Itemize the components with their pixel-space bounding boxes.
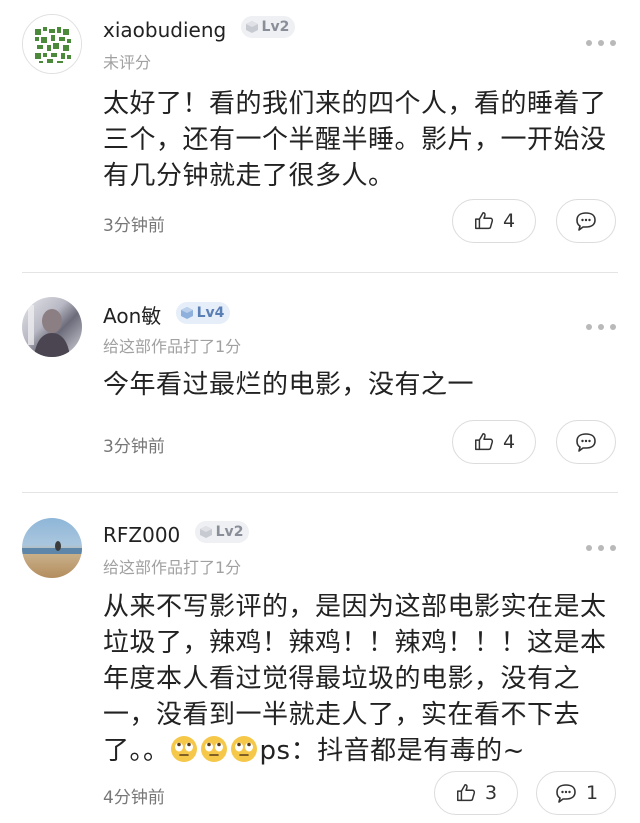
comment-time: 3分钟前 — [103, 437, 165, 457]
cube-icon — [180, 307, 193, 319]
like-button[interactable]: 4 — [452, 420, 536, 464]
reply-button[interactable] — [556, 420, 616, 464]
level-badge: Lv4 — [175, 302, 231, 324]
like-count: 4 — [502, 431, 516, 453]
qr-avatar-icon — [23, 15, 81, 73]
avatar[interactable] — [22, 297, 82, 357]
person-photo-icon — [28, 305, 70, 357]
level-badge: Lv2 — [194, 521, 250, 543]
beach-photo-icon — [22, 541, 82, 554]
thumbs-up-icon — [456, 784, 476, 802]
like-button[interactable]: 3 — [434, 771, 518, 815]
more-options-button[interactable] — [586, 544, 616, 552]
like-count: 3 — [484, 782, 498, 804]
eye-roll-emoji-icon — [230, 736, 257, 762]
reply-count: 1 — [585, 782, 599, 804]
level-text: Lv2 — [261, 19, 290, 35]
avatar[interactable] — [22, 518, 82, 578]
cube-icon — [199, 526, 212, 538]
username[interactable]: RFZ000 Lv2 — [103, 521, 250, 547]
reply-button[interactable]: 1 — [536, 771, 616, 815]
comment-bubble-icon — [556, 784, 576, 803]
cube-icon — [245, 21, 258, 33]
thumbs-up-icon — [474, 433, 494, 451]
comment-body: 从来不写影评的，是因为这部电影实在是太垃圾了，辣鸡！辣鸡！！辣鸡！！！这是本年度… — [103, 589, 619, 769]
more-options-button[interactable] — [586, 323, 616, 331]
username-text[interactable]: RFZ000 — [103, 523, 180, 547]
rating-text: 给这部作品打了1分 — [103, 337, 242, 356]
comment-time: 3分钟前 — [103, 216, 165, 236]
level-text: Lv2 — [215, 524, 244, 540]
divider — [22, 272, 618, 273]
rating-text: 给这部作品打了1分 — [103, 558, 242, 577]
username-text[interactable]: Aon敏 — [103, 304, 161, 328]
thumbs-up-icon — [474, 212, 494, 230]
username-text[interactable]: xiaobudieng — [103, 18, 226, 42]
reply-button[interactable] — [556, 199, 616, 243]
rating-text: 未评分 — [103, 53, 152, 72]
divider — [22, 492, 618, 493]
comment-body-tail: ps：抖音都是有毒的~ — [259, 736, 525, 766]
like-button[interactable]: 4 — [452, 199, 536, 243]
level-text: Lv4 — [196, 305, 225, 321]
comment-body: 今年看过最烂的电影，没有之一 — [103, 370, 475, 400]
level-badge: Lv2 — [240, 16, 296, 38]
avatar[interactable] — [22, 14, 82, 74]
username[interactable]: Aon敏 Lv4 — [103, 300, 231, 329]
comment-bubble-icon — [576, 212, 596, 231]
eye-roll-emoji-icon — [170, 736, 197, 762]
more-options-button[interactable] — [586, 39, 616, 47]
like-count: 4 — [502, 210, 516, 232]
comment-body: 太好了！看的我们来的四个人，看的睡着了三个，还有一个半醒半睡。影片，一开始没有几… — [103, 89, 607, 191]
eye-roll-emoji-icon — [200, 736, 227, 762]
username[interactable]: xiaobudieng Lv2 — [103, 16, 296, 42]
comment-bubble-icon — [576, 433, 596, 452]
comment-time: 4分钟前 — [103, 788, 165, 808]
